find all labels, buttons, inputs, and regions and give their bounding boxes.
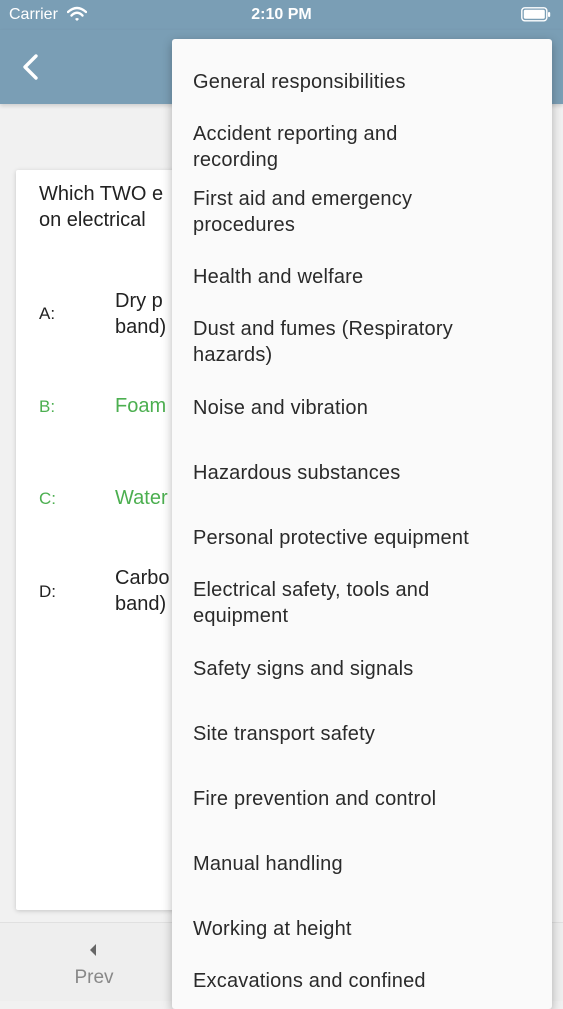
- status-bar: Carrier 2:10 PM: [0, 0, 563, 30]
- battery-icon: [521, 7, 551, 22]
- menu-item-fire-prevention[interactable]: Fire prevention and control: [193, 786, 538, 812]
- menu-item-safety-signs[interactable]: Safety signs and signals: [193, 656, 538, 682]
- menu-item-noise-vibration[interactable]: Noise and vibration: [193, 395, 538, 421]
- menu-item-first-aid[interactable]: First aid and emergency procedures: [193, 186, 538, 238]
- menu-item-excavations[interactable]: Excavations and confined: [193, 968, 538, 994]
- menu-item-site-transport[interactable]: Site transport safety: [193, 721, 538, 747]
- menu-item-general-responsibilities[interactable]: General responsibilities: [193, 69, 538, 95]
- menu-item-working-at-height[interactable]: Working at height: [193, 916, 538, 942]
- answer-letter-b: B:: [39, 397, 56, 416]
- menu-item-accident-reporting[interactable]: Accident reporting and recording: [193, 121, 538, 173]
- answer-letter-c: C:: [39, 489, 56, 508]
- clock-time: 2:10 PM: [251, 6, 312, 23]
- topic-dropdown-menu: General responsibilities Accident report…: [172, 39, 552, 1009]
- menu-item-ppe[interactable]: Personal protective equipment: [193, 525, 538, 551]
- menu-item-electrical-safety[interactable]: Electrical safety, tools and equipment: [193, 577, 538, 629]
- menu-item-manual-handling[interactable]: Manual handling: [193, 851, 538, 877]
- menu-item-hazardous-substances[interactable]: Hazardous substances: [193, 460, 538, 486]
- menu-item-dust-fumes[interactable]: Dust and fumes (Respiratory hazards): [193, 316, 538, 368]
- menu-item-health-welfare[interactable]: Health and welfare: [193, 264, 538, 290]
- answer-letter-d: D:: [39, 582, 56, 601]
- answer-letter-a: A:: [39, 304, 56, 323]
- prev-button[interactable]: Prev: [54, 967, 134, 989]
- chevron-left-icon[interactable]: [16, 50, 46, 84]
- caret-left-icon[interactable]: [88, 943, 98, 957]
